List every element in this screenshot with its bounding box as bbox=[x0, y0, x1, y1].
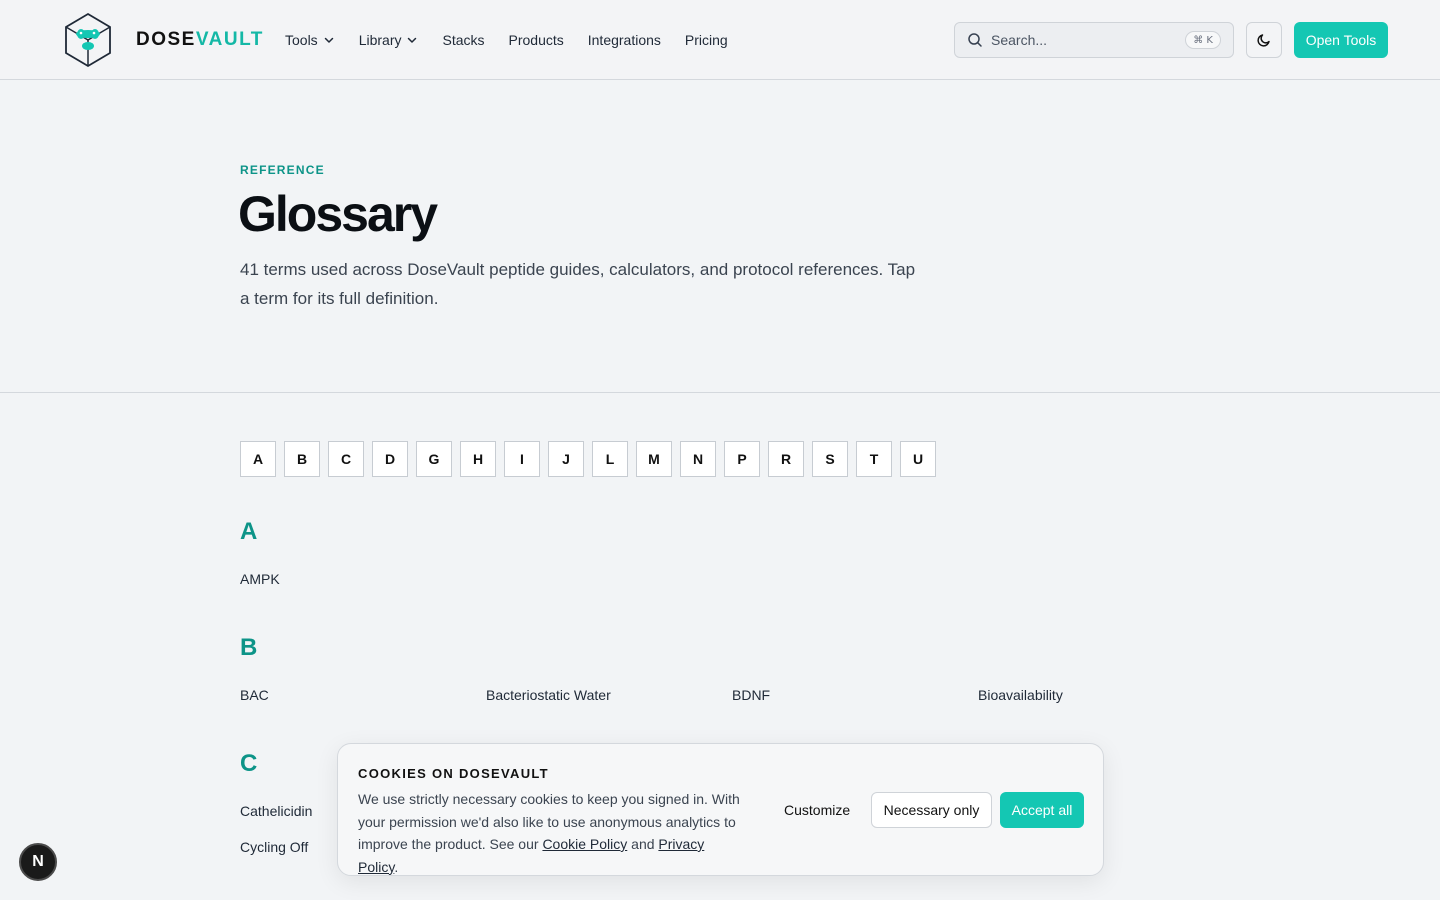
section-heading-c: C bbox=[240, 750, 258, 777]
letter-link-s[interactable]: S bbox=[812, 441, 848, 477]
letter-link-b[interactable]: B bbox=[284, 441, 320, 477]
nav-products[interactable]: Products bbox=[509, 32, 564, 48]
page-title: Glossary bbox=[238, 186, 438, 242]
keyboard-shortcut-badge: ⌘ K bbox=[1185, 31, 1221, 49]
letter-link-n[interactable]: N bbox=[680, 441, 716, 477]
letter-link-h[interactable]: H bbox=[460, 441, 496, 477]
letter-link-i[interactable]: I bbox=[504, 441, 540, 477]
term-link[interactable]: BDNF bbox=[732, 687, 770, 703]
term-link[interactable]: Cathelicidin bbox=[240, 803, 312, 819]
cookie-policy-link[interactable]: Cookie Policy bbox=[542, 836, 627, 852]
page-description: 41 terms used across DoseVault peptide g… bbox=[240, 260, 916, 308]
term-link[interactable]: Cycling Off bbox=[240, 839, 308, 855]
search-input[interactable] bbox=[991, 32, 1171, 48]
search-box[interactable]: ⌘ K bbox=[954, 22, 1234, 58]
search-icon bbox=[968, 33, 982, 47]
letter-link-d[interactable]: D bbox=[372, 441, 408, 477]
letter-link-p[interactable]: P bbox=[724, 441, 760, 477]
letter-index: A B C D G H I J L M N P R S T U bbox=[240, 441, 944, 477]
theme-toggle-button[interactable] bbox=[1246, 22, 1282, 58]
hero-section: REFERENCE Glossary 41 terms used across … bbox=[0, 81, 1440, 393]
term-link[interactable]: AMPK bbox=[240, 571, 280, 587]
chevron-down-icon bbox=[324, 37, 333, 43]
nav-pricing[interactable]: Pricing bbox=[685, 32, 728, 48]
cookie-banner: COOKIES ON DOSEVAULT We use strictly nec… bbox=[337, 743, 1104, 876]
cookie-description: We use strictly necessary cookies to kee… bbox=[358, 791, 740, 875]
accept-all-button[interactable]: Accept all bbox=[1000, 792, 1084, 828]
letter-link-r[interactable]: R bbox=[768, 441, 804, 477]
eyebrow-label: REFERENCE bbox=[240, 163, 325, 177]
letter-link-m[interactable]: M bbox=[636, 441, 672, 477]
nav-tools[interactable]: Tools bbox=[285, 32, 335, 48]
cookie-title: COOKIES ON DOSEVAULT bbox=[358, 766, 549, 781]
letter-link-j[interactable]: J bbox=[548, 441, 584, 477]
letter-link-g[interactable]: G bbox=[416, 441, 452, 477]
nav-library[interactable]: Library bbox=[359, 32, 419, 48]
letter-link-a[interactable]: A bbox=[240, 441, 276, 477]
hexagon-logo-icon bbox=[65, 12, 111, 68]
nav-integrations[interactable]: Integrations bbox=[588, 32, 661, 48]
letter-link-t[interactable]: T bbox=[856, 441, 892, 477]
dev-tools-badge[interactable]: N bbox=[19, 843, 57, 881]
necessary-only-button[interactable]: Necessary only bbox=[871, 792, 992, 828]
section-heading-b: B bbox=[240, 634, 258, 661]
letter-link-u[interactable]: U bbox=[900, 441, 936, 477]
main-nav: Tools Library Stacks Products Integratio… bbox=[285, 0, 752, 80]
chevron-down-icon bbox=[408, 37, 417, 43]
letter-link-l[interactable]: L bbox=[592, 441, 628, 477]
letter-link-c[interactable]: C bbox=[328, 441, 364, 477]
nav-stacks[interactable]: Stacks bbox=[442, 32, 484, 48]
term-link[interactable]: Bioavailability bbox=[978, 687, 1063, 703]
open-tools-button[interactable]: Open Tools bbox=[1294, 22, 1388, 58]
term-link[interactable]: BAC bbox=[240, 687, 269, 703]
customize-button[interactable]: Customize bbox=[768, 792, 866, 828]
site-header: DOSEVAULT Tools Library Stacks Products … bbox=[0, 0, 1440, 80]
term-link[interactable]: Bacteriostatic Water bbox=[486, 687, 611, 703]
brand-logo-link[interactable]: DOSEVAULT bbox=[64, 12, 264, 68]
section-heading-a: A bbox=[240, 518, 258, 545]
brand-name: DOSEVAULT bbox=[136, 29, 264, 50]
moon-icon bbox=[1257, 34, 1270, 47]
